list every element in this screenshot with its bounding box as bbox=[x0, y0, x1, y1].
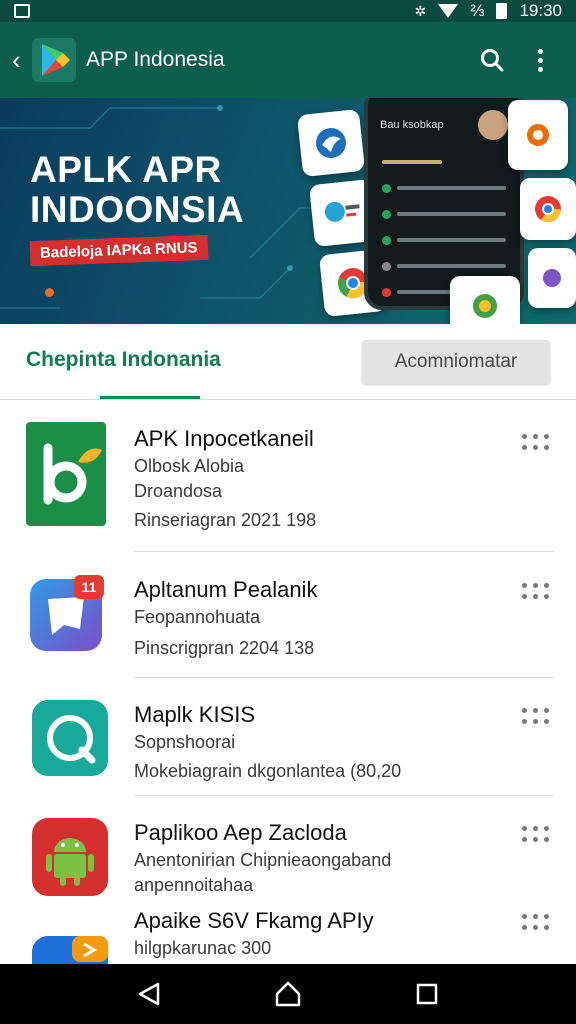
phone-header-text: Bau ksobkap bbox=[380, 119, 444, 131]
overflow-menu-button[interactable] bbox=[516, 36, 564, 84]
banner-app-tile bbox=[450, 276, 520, 324]
app-title: APK Inpocetkaneil bbox=[134, 426, 314, 451]
chat-app-icon bbox=[324, 201, 360, 222]
nav-recents-button[interactable] bbox=[407, 974, 447, 1014]
app-developer: Feopannohuata bbox=[134, 607, 261, 627]
more-vert-icon bbox=[537, 48, 543, 72]
app-title: Maplk KISIS bbox=[134, 702, 256, 727]
blue-app-icon bbox=[32, 936, 108, 964]
nav-back-button[interactable] bbox=[129, 974, 169, 1014]
wifi-icon bbox=[438, 4, 459, 18]
app-meta: Mokebiagrain dkgonlantea (80,20 bbox=[134, 761, 402, 781]
app-title: Paplikoo Aep Zacloda bbox=[134, 820, 347, 845]
promo-banner[interactable]: APLK APR INDOONSIA Badeloja IAPKa RNUS B… bbox=[0, 98, 576, 324]
svg-text:11: 11 bbox=[82, 579, 97, 595]
message-icon: 11 bbox=[30, 575, 104, 653]
more-options-icon[interactable] bbox=[522, 708, 550, 726]
tab-bar: Chepinta Indonania Acomniomatar bbox=[0, 324, 576, 400]
banner-app-tile bbox=[520, 178, 576, 240]
search-icon bbox=[481, 49, 504, 72]
divider bbox=[134, 795, 554, 796]
battery-percent-icon: ⅔ bbox=[470, 1, 485, 20]
recommendation-button[interactable]: Acomniomatar bbox=[362, 340, 550, 384]
app-title: Apltanum Pealanik bbox=[134, 577, 318, 602]
screen: ✲ ⅔ 19:30 ‹ APP Indonesia APLK APR INDOO… bbox=[0, 0, 576, 1024]
status-bar: ✲ ⅔ 19:30 bbox=[0, 0, 576, 22]
banner-app-tile bbox=[296, 108, 366, 178]
chrome-icon bbox=[535, 196, 562, 223]
banner-app-tile bbox=[508, 100, 568, 170]
banner-app-tile bbox=[528, 248, 576, 308]
app-list: APK Inpocetkaneil Olbosk Alobia Droandos… bbox=[0, 400, 576, 964]
app-title: Apaike S6V Fkamg APIy bbox=[134, 908, 374, 933]
back-triangle-icon bbox=[139, 982, 160, 1006]
app-category: Droandosa bbox=[134, 481, 223, 501]
more-options-icon[interactable] bbox=[522, 826, 550, 844]
battery-icon bbox=[496, 3, 508, 19]
recents-icon bbox=[416, 983, 437, 1005]
app-bar: ‹ APP Indonesia bbox=[0, 22, 576, 98]
home-icon bbox=[275, 981, 301, 1007]
app-developer: Anentonirian Chipnieaongaband bbox=[134, 850, 392, 870]
app-developer: Sopnshoorai bbox=[134, 732, 236, 752]
app-meta: Rinseriagran 2021 198 bbox=[134, 510, 317, 530]
leaf-b-icon bbox=[26, 422, 106, 526]
divider bbox=[134, 677, 554, 678]
orange-app-icon bbox=[527, 124, 549, 146]
more-options-icon[interactable] bbox=[522, 583, 550, 601]
app-title: APP Indonesia bbox=[86, 48, 225, 71]
blue-bird-icon bbox=[316, 128, 346, 158]
nav-home-button[interactable] bbox=[268, 974, 308, 1014]
app-meta: hilgpkarunac 300 bbox=[134, 938, 272, 958]
navigation-bar bbox=[0, 964, 576, 1024]
banner-headline: APLK APR INDOONSIA bbox=[30, 150, 244, 230]
green-app-icon bbox=[473, 294, 497, 318]
android-icon bbox=[32, 818, 108, 896]
app-category: anpennoitahaa bbox=[134, 875, 254, 895]
banner-headline-line1: APLK APR bbox=[30, 149, 222, 190]
tab-indicator bbox=[100, 396, 200, 399]
phone-avatar bbox=[478, 110, 508, 140]
phone-icon bbox=[32, 700, 108, 776]
app-developer: Olbosk Alobia bbox=[134, 456, 245, 476]
more-options-icon[interactable] bbox=[522, 434, 550, 452]
app-meta: Pinscrigpran 2204 138 bbox=[134, 638, 315, 658]
divider bbox=[134, 551, 554, 552]
screenshot-icon bbox=[14, 4, 30, 18]
tab-active[interactable]: Chepinta Indonania bbox=[26, 348, 221, 372]
play-store-logo bbox=[32, 38, 76, 82]
banner-dot bbox=[45, 288, 54, 297]
search-button[interactable] bbox=[468, 36, 516, 84]
banner-headline-line2: INDOONSIA bbox=[30, 189, 245, 230]
back-icon[interactable]: ‹ bbox=[12, 45, 30, 76]
purple-app-icon bbox=[543, 269, 561, 287]
clock: 19:30 bbox=[519, 1, 562, 20]
more-options-icon[interactable] bbox=[522, 914, 550, 932]
vibrate-icon: ✲ bbox=[414, 2, 427, 19]
